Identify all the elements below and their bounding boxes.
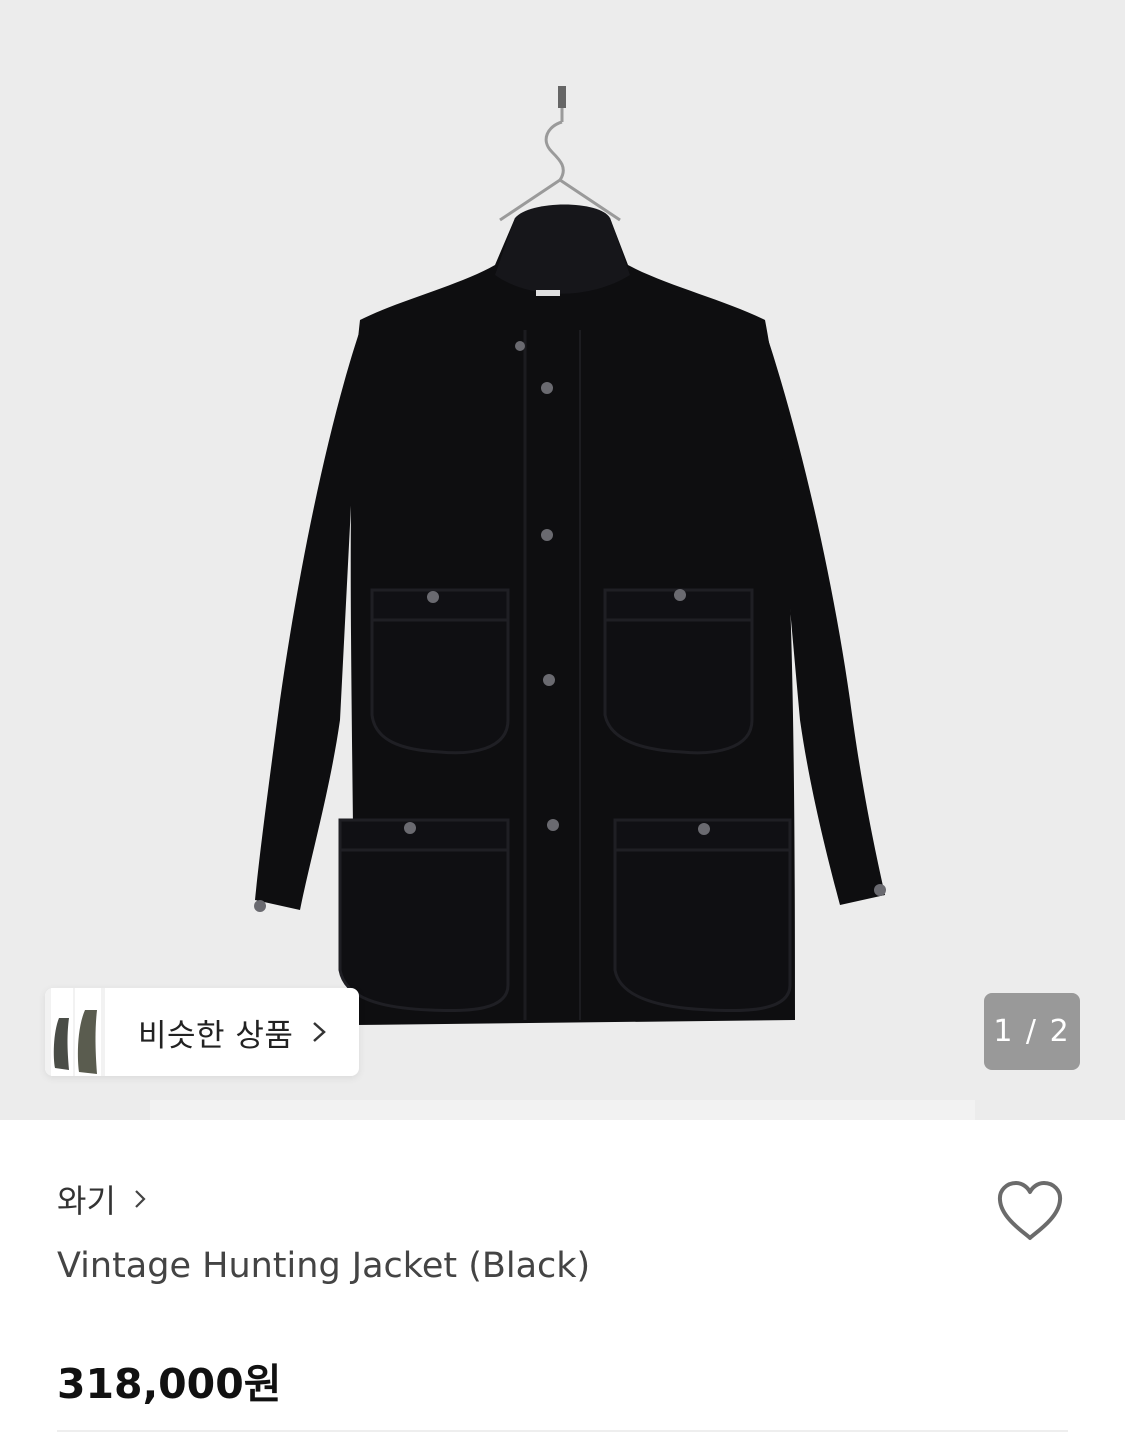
- heart-outline-icon: [997, 1181, 1063, 1240]
- product-price: 318,000원: [57, 1360, 282, 1408]
- product-detail-page: 비슷한 상품 1 / 2 와기 Vintage Hunting Jacket (…: [0, 0, 1125, 1435]
- image-counter-badge: 1 / 2: [984, 993, 1080, 1070]
- divider: [57, 1430, 1068, 1432]
- product-image[interactable]: 비슷한 상품 1 / 2: [0, 0, 1125, 1120]
- similar-products-label: 비슷한 상품: [138, 1017, 294, 1054]
- jacket-illustration: [254, 86, 886, 1025]
- product-title: Vintage Hunting Jacket (Black): [57, 1246, 591, 1286]
- chevron-right-icon: [313, 1022, 327, 1042]
- image-bottom-edge: [150, 1100, 975, 1120]
- brand-name: 와기: [57, 1182, 116, 1220]
- brand-link[interactable]: 와기: [57, 1176, 146, 1222]
- similar-products-button[interactable]: 비슷한 상품: [45, 988, 359, 1076]
- chevron-right-icon: [135, 1190, 146, 1208]
- similar-products-thumbnails: [45, 988, 105, 1076]
- wishlist-button[interactable]: [995, 1180, 1065, 1244]
